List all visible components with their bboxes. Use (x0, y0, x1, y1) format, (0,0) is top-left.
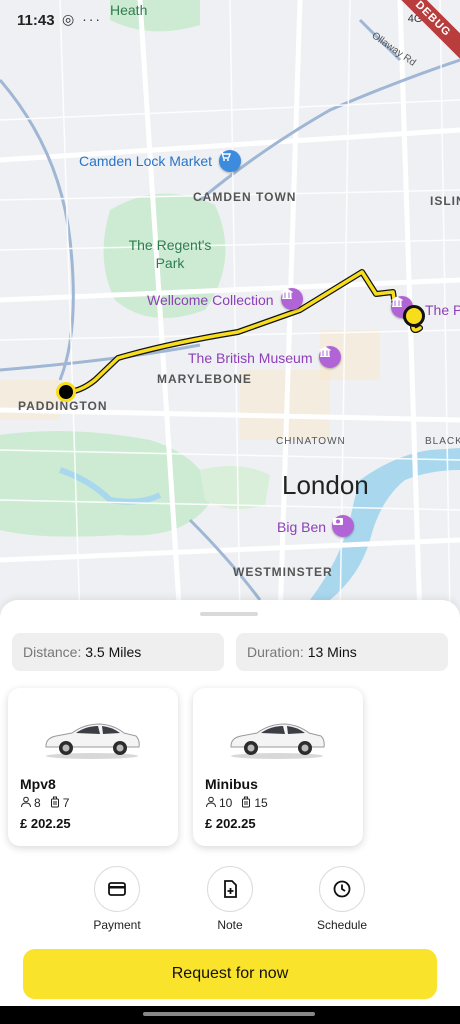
map-label-camden-lock[interactable]: Camden Lock Market (79, 153, 212, 169)
green-park-area (200, 466, 270, 509)
status-time: 11:43 (17, 12, 55, 29)
map-label-wellcome[interactable]: Wellcome Collection (147, 292, 274, 308)
status-bar: 11:43 ◎ ··· 4G+ ▮ (0, 0, 460, 40)
vehicle-name: Minibus (205, 776, 258, 792)
vehicle-price: £ 202.25 (205, 816, 256, 831)
camera-icon[interactable] (332, 515, 354, 537)
seat-count: 8 (34, 796, 41, 810)
ride-options-sheet: Distance: 3.5 Miles Duration: 13 Mins Mp… (0, 600, 460, 1024)
person-icon (21, 796, 31, 808)
map-label-westminster: WESTMINSTER (233, 565, 333, 579)
map-label-british-museum[interactable]: The British Museum (188, 350, 312, 366)
cart-icon[interactable] (219, 150, 241, 172)
drag-handle[interactable] (200, 612, 258, 616)
map-label-marylebone: MARYLEBONE (157, 372, 252, 386)
schedule-label: Schedule (316, 918, 368, 932)
note-button[interactable] (207, 866, 253, 912)
luggage-icon (242, 796, 251, 808)
vehicle-name: Mpv8 (20, 776, 56, 792)
map-label-blackfriars: BLACK (425, 436, 460, 447)
vehicle-capacity: 10 15 (205, 796, 268, 810)
clock-icon (333, 880, 351, 898)
payment-action[interactable]: Payment (72, 866, 162, 932)
map-label-regents-park[interactable]: The Regent's Park (128, 236, 212, 272)
note-add-icon (224, 880, 237, 898)
luggage-count: 15 (254, 796, 268, 810)
card-icon (108, 882, 126, 896)
duration-label: Duration: (247, 644, 304, 660)
luggage-count: 7 (62, 796, 70, 810)
museum-icon[interactable] (281, 288, 303, 310)
luggage-icon (50, 796, 59, 808)
distance-label: Distance: (23, 644, 82, 660)
vehicle-capacity: 8 7 (20, 796, 69, 810)
map-label-big-ben[interactable]: Big Ben (277, 519, 326, 535)
museum-icon[interactable] (319, 346, 341, 368)
distance-value: 3.5 Miles (85, 644, 142, 660)
vehicle-price: £ 202.25 (20, 816, 71, 831)
duration-value: 13 Mins (307, 644, 357, 660)
map-view[interactable]: Heath Ollaway Rd Camden Lock Market CAMD… (0, 0, 460, 620)
notification-icons: ◎ ··· (62, 11, 103, 27)
map-label-islington: ISLIN (430, 194, 460, 208)
schedule-action[interactable]: Schedule (297, 866, 387, 932)
home-gesture-bar[interactable] (143, 1012, 315, 1016)
car-image (230, 723, 325, 759)
car-image (45, 723, 140, 759)
person-icon (206, 796, 216, 808)
duration-pill: Duration: 13 Mins (236, 633, 448, 671)
request-ride-button[interactable]: Request for now (23, 949, 437, 999)
pickup-marker[interactable] (56, 382, 76, 402)
map-label-chinatown: CHINATOWN (276, 436, 346, 447)
map-label-east-poi[interactable]: The Po (425, 302, 460, 318)
seat-count: 10 (219, 796, 233, 810)
payment-label: Payment (93, 918, 141, 932)
payment-button[interactable] (94, 866, 140, 912)
vehicle-card-minibus[interactable]: Minibus 10 15 £ 202.25 (193, 688, 363, 846)
distance-pill: Distance: 3.5 Miles (12, 633, 224, 671)
schedule-button[interactable] (319, 866, 365, 912)
hyde-park-area (0, 431, 215, 537)
note-action[interactable]: Note (185, 866, 275, 932)
map-label-london: London (282, 470, 369, 500)
map-label-camden-town: CAMDEN TOWN (193, 190, 297, 204)
vehicle-card-mpv8[interactable]: Mpv8 8 7 £ 202.25 (8, 688, 178, 846)
dropoff-marker[interactable] (403, 305, 425, 327)
note-label: Note (217, 918, 243, 932)
